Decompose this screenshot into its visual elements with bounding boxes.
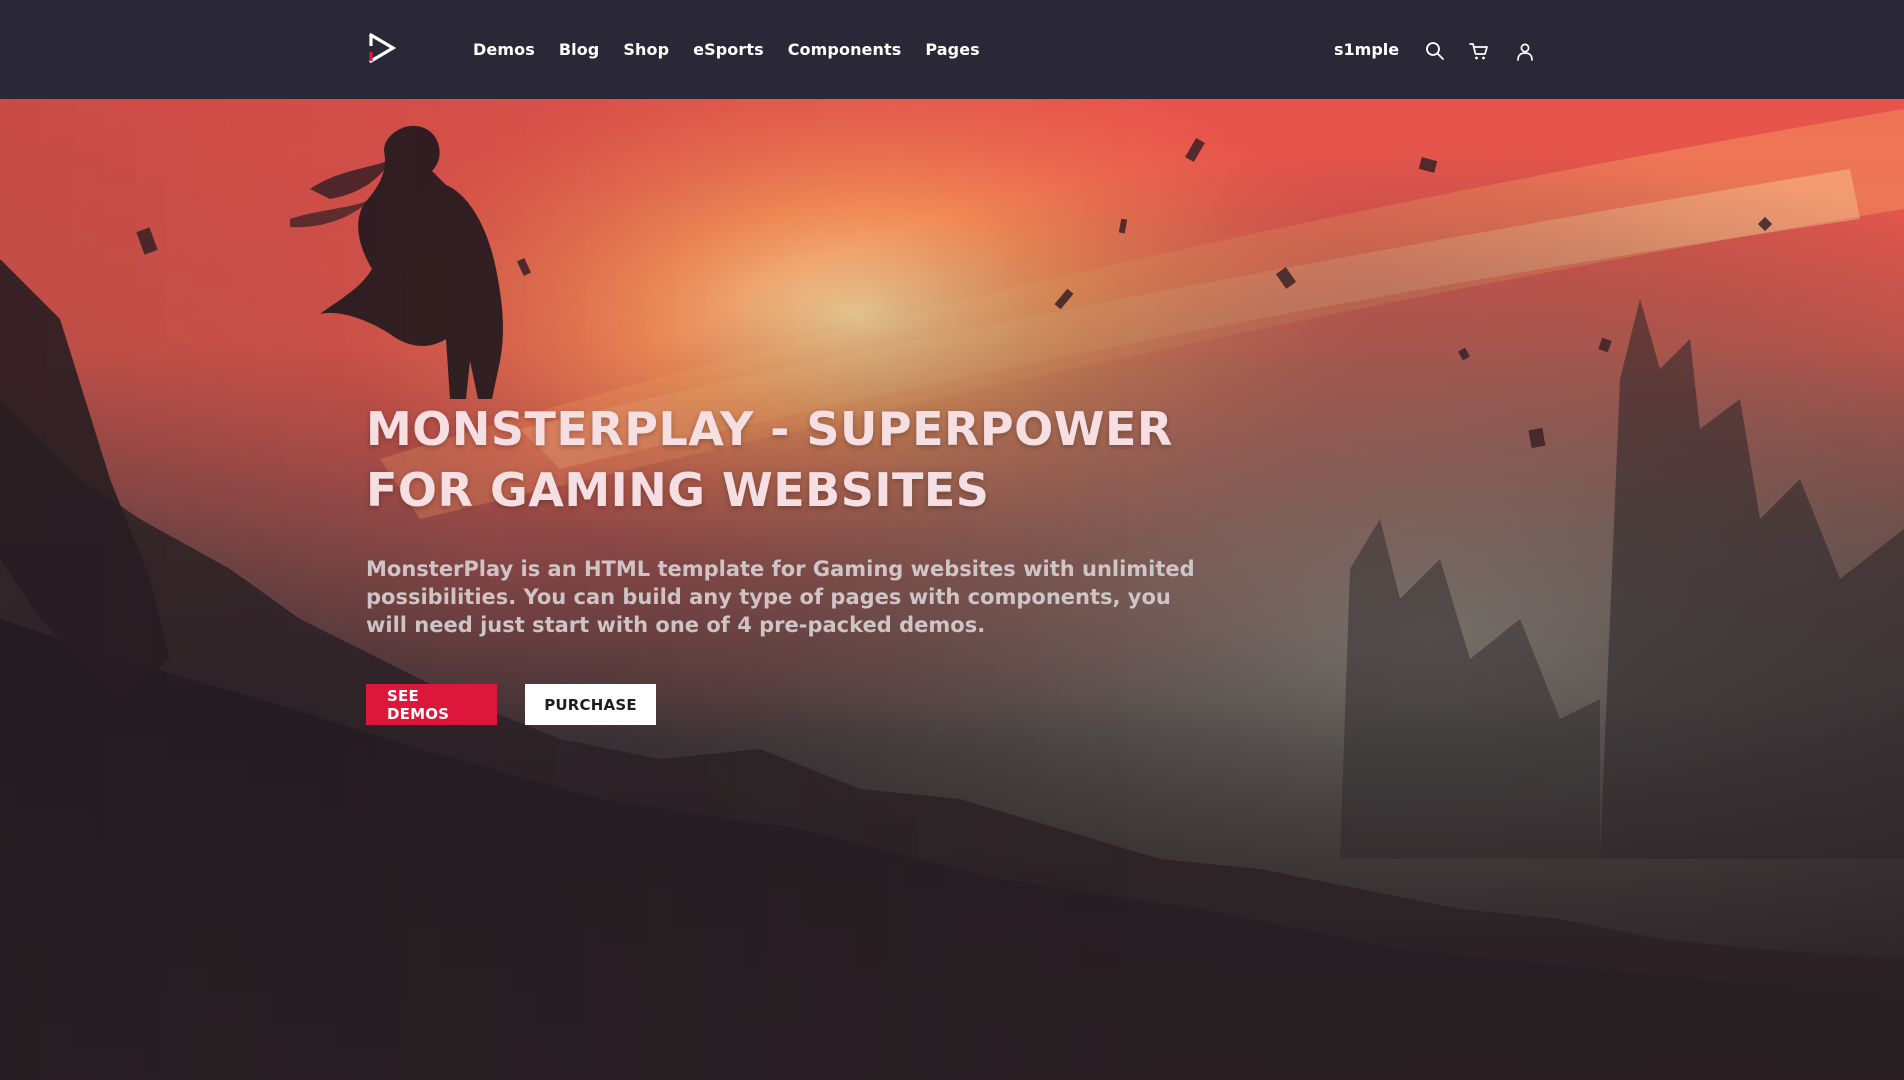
hero-buttons: SEE DEMOS PURCHASE xyxy=(366,684,1266,725)
nav-item-blog[interactable]: Blog xyxy=(559,40,600,59)
username-link[interactable]: s1mple xyxy=(1334,40,1399,59)
hero-title: MONSTERPLAY - SUPERPOWER FOR GAMING WEBS… xyxy=(366,402,1173,517)
hero-description: MonsterPlay is an HTML template for Gami… xyxy=(366,557,1195,637)
nav-item-esports[interactable]: eSports xyxy=(693,40,764,59)
top-navbar: Demos Blog Shop eSports Components Pages… xyxy=(0,0,1904,99)
nav-item-components[interactable]: Components xyxy=(788,40,902,59)
nav-item-demos[interactable]: Demos xyxy=(473,40,535,59)
user-icon[interactable] xyxy=(1514,40,1536,62)
nav-item-shop[interactable]: Shop xyxy=(623,40,669,59)
cart-icon[interactable] xyxy=(1468,40,1490,62)
hero-content: MONSTERPLAY - SUPERPOWER FOR GAMING WEBS… xyxy=(366,399,1266,725)
hero-section: MONSTERPLAY - SUPERPOWER FOR GAMING WEBS… xyxy=(0,99,1904,1080)
page: Demos Blog Shop eSports Components Pages… xyxy=(0,0,1904,1080)
see-demos-button[interactable]: SEE DEMOS xyxy=(366,684,497,725)
nav-item-pages[interactable]: Pages xyxy=(925,40,979,59)
play-arrow-logo-icon[interactable] xyxy=(368,32,397,64)
search-icon[interactable] xyxy=(1424,40,1446,62)
main-menu: Demos Blog Shop eSports Components Pages xyxy=(473,0,1004,99)
purchase-button[interactable]: PURCHASE xyxy=(525,684,656,725)
